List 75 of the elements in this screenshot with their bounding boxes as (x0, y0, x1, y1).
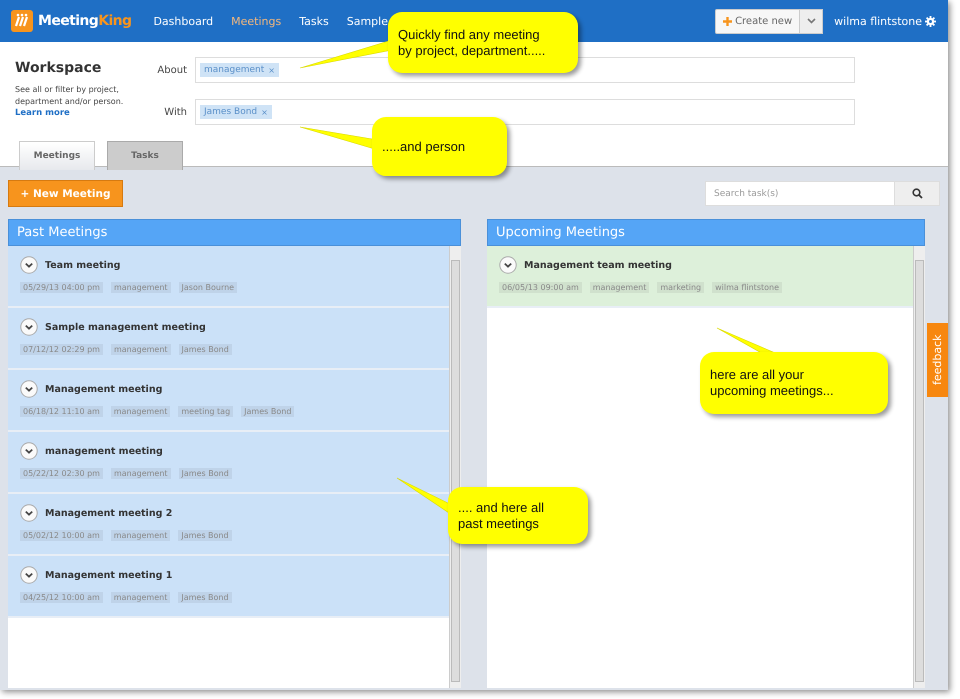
meeting-tag: wilma flintstone (712, 282, 782, 293)
meeting-row[interactable]: Sample management meeting 07/12/12 02:29 pm management James Bond (8, 308, 449, 370)
meeting-tag: 05/29/13 04:00 pm (20, 282, 103, 293)
nav-link[interactable]: Dashboard (153, 14, 214, 28)
expand-icon[interactable] (20, 442, 38, 460)
meeting-tag: management (110, 530, 170, 541)
meeting-tag: 06/05/13 09:00 am (499, 282, 582, 293)
remove-tag-button[interactable]: × (261, 108, 268, 116)
meeting-title: Management meeting 1 (45, 570, 172, 580)
dropdown-button[interactable] (800, 8, 824, 34)
meeting-title: Sample management meeting (45, 322, 206, 332)
expand-icon[interactable] (20, 256, 38, 274)
meeting-row[interactable]: Management team meeting 06/05/13 09:00 am management marketing wilma flintstone (487, 246, 913, 308)
caret-icon (806, 18, 816, 24)
callout: Quickly find any meeting by project, department..... (388, 12, 578, 73)
create-new-button[interactable]: Create new (715, 8, 800, 34)
meeting-tag: management (110, 468, 171, 479)
meeting-title: Management team meeting (524, 260, 672, 270)
meeting-title: Management meeting (45, 384, 162, 394)
meeting-row[interactable]: Management meeting 06/18/12 11:10 am management meeting tag James Bond (8, 370, 449, 432)
learn-more-link[interactable]: Learn more (15, 108, 141, 118)
workspace-description: See all or filter by project, department and/or person. (15, 84, 124, 108)
meeting-tag: James Bond (241, 406, 294, 417)
meeting-row[interactable]: Team meeting 05/29/13 04:00 pm management Jason Bourne (8, 246, 449, 308)
expand-icon[interactable] (20, 318, 38, 336)
meeting-tag: marketing (657, 282, 704, 293)
meeting-tag: management (110, 592, 170, 603)
meeting-title: Management meeting 2 (45, 508, 172, 518)
meeting-tag: management (590, 282, 650, 293)
meeting-tag: management (110, 406, 170, 417)
expand-icon[interactable] (20, 566, 38, 584)
meeting-tag: 04/25/12 10:00 am (20, 592, 103, 603)
meeting-tag: management (110, 344, 171, 355)
nav-link[interactable]: Tasks (299, 14, 329, 28)
nav-link[interactable]: Meetings (231, 14, 282, 28)
logo-text: MeetingKing (38, 13, 132, 29)
search-icon (912, 188, 922, 199)
user-menu[interactable]: wilma flintstone (834, 14, 922, 28)
meeting-tag: James Bond (178, 468, 232, 479)
filter-label: With (163, 106, 187, 118)
meeting-title: Team meeting (45, 260, 120, 270)
tab[interactable]: Meetings (19, 141, 95, 170)
meeting-tag: James Bond (178, 530, 232, 541)
meeting-row[interactable]: Management meeting 2 05/02/12 10:00 am management James Bond (8, 494, 449, 556)
nav-link[interactable]: Sample (346, 14, 388, 28)
meeting-row[interactable]: Management meeting 1 04/25/12 10:00 am management James Bond (8, 556, 449, 618)
expand-icon[interactable] (20, 504, 38, 522)
meeting-tag: Jason Bourne (178, 282, 238, 293)
logo-icon (11, 10, 33, 32)
search-field[interactable]: Search task(s) (705, 181, 895, 206)
workspace-title: Workspace (15, 60, 102, 76)
remove-tag-button[interactable]: × (268, 66, 275, 74)
meeting-tag: 07/12/12 02:29 pm (20, 344, 103, 355)
meeting-tag: James Bond (178, 592, 232, 603)
plus-icon (723, 16, 732, 26)
meeting-tag: James Bond (178, 344, 232, 355)
meeting-tag: 05/02/12 10:00 am (20, 530, 103, 541)
meeting-title: management meeting (45, 446, 163, 456)
meeting-tag: management (110, 282, 171, 293)
meeting-row[interactable]: management meeting 05/22/12 02:30 pm management James Bond (8, 432, 449, 494)
meeting-tag: 06/18/12 11:10 am (20, 406, 103, 417)
filter-tag: James Bond (204, 107, 258, 117)
filter-tag: management (204, 65, 264, 75)
expand-icon[interactable] (499, 256, 517, 274)
panel-title: Upcoming Meetings (496, 225, 625, 240)
scrollbar[interactable] (913, 246, 925, 688)
filter-label: About (156, 64, 187, 76)
search-button[interactable] (895, 181, 940, 206)
tab[interactable]: Tasks (107, 141, 183, 170)
meeting-tag: 05/22/12 02:30 pm (20, 468, 103, 479)
callout: .....and person (372, 117, 507, 176)
meeting-tag: meeting tag (178, 406, 234, 417)
settings-icon[interactable] (925, 16, 936, 26)
panel-title: Past Meetings (17, 225, 108, 240)
expand-icon[interactable] (20, 380, 38, 398)
